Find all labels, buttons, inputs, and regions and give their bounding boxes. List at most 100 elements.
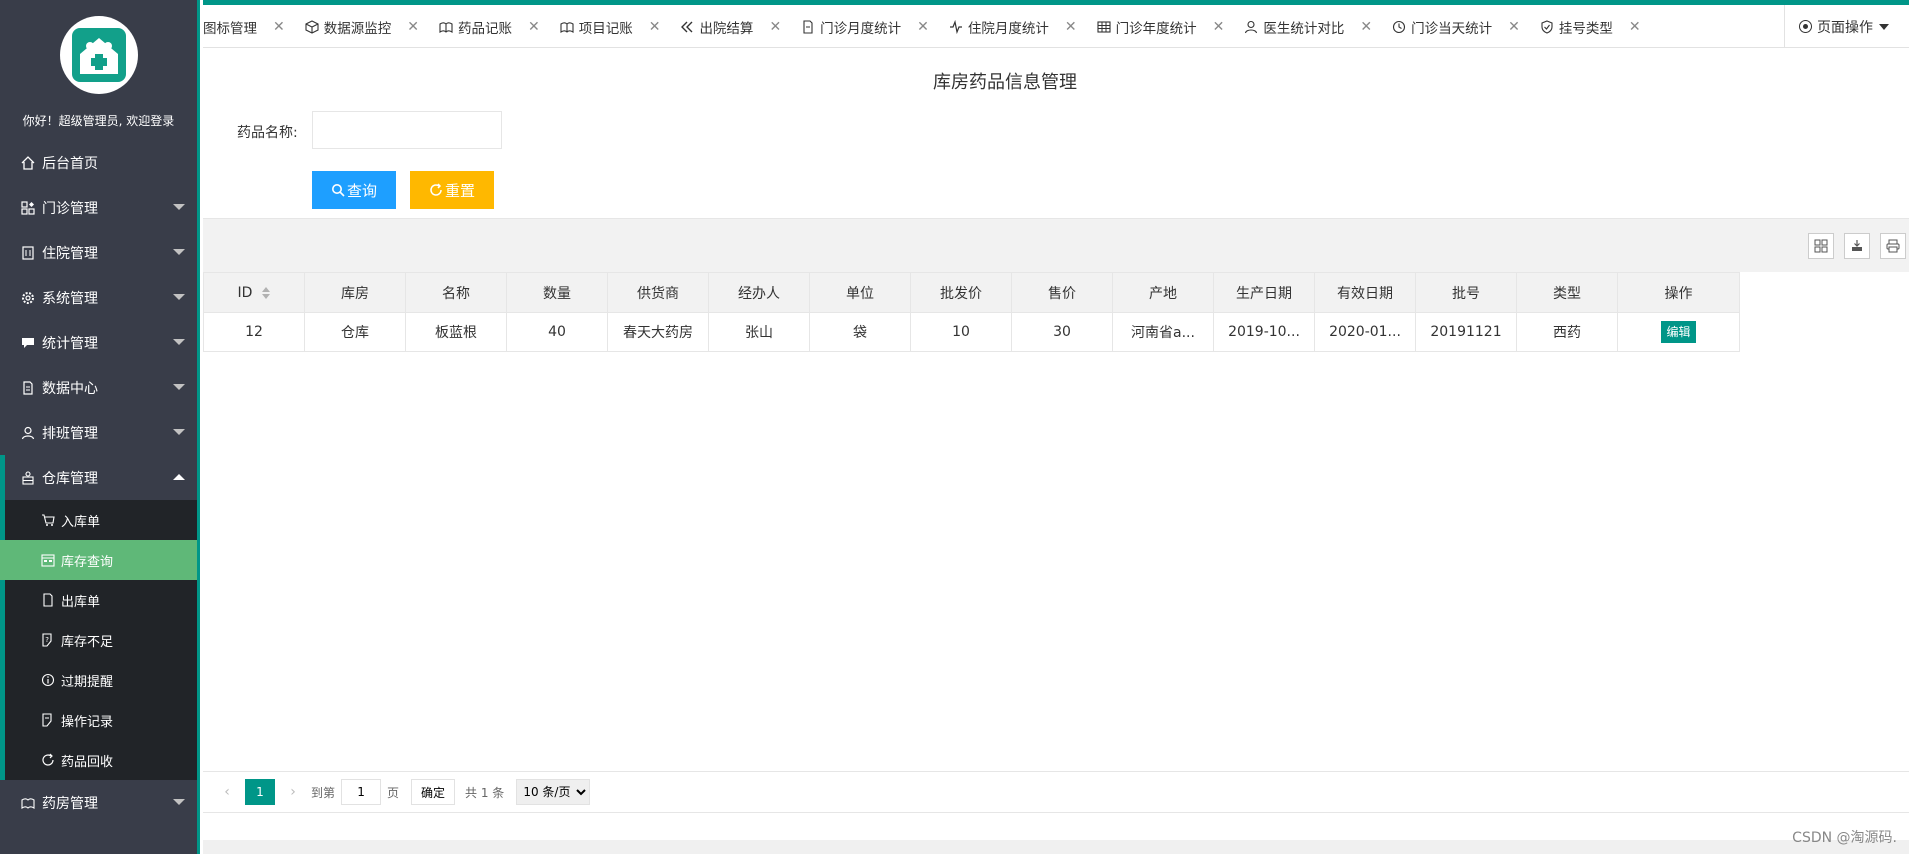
query-button[interactable]: 查询 — [312, 171, 396, 209]
nav-inpatient[interactable]: 住院管理 — [0, 230, 197, 275]
close-icon[interactable]: ✕ — [1213, 19, 1225, 35]
reset-button[interactable]: 重置 — [410, 171, 494, 209]
sidebar: 你好！超级管理员, 欢迎登录 后台首页 门诊管理 住院管理 系统管理 统计管理 — [0, 0, 200, 854]
close-icon[interactable]: ✕ — [407, 19, 419, 35]
sub-item-expiry[interactable]: 过期提醒 — [5, 660, 197, 700]
sub-item-label: 库存查询 — [61, 554, 114, 570]
column-header: 名称 — [405, 272, 507, 313]
sub-item-label: 药品回收 — [61, 754, 114, 770]
close-icon[interactable]: ✕ — [528, 19, 540, 35]
tab-icon-management[interactable]: 图标管理 ✕ — [203, 5, 295, 47]
column-header: 类型 — [1516, 272, 1618, 313]
close-icon[interactable]: ✕ — [273, 19, 285, 35]
cell-quantity: 40 — [506, 312, 608, 352]
tab-discharge-settlement[interactable]: 出院结算 ✕ — [670, 5, 791, 47]
chevron-down-icon — [173, 294, 185, 300]
export-button[interactable] — [1844, 233, 1870, 259]
nav-warehouse[interactable]: 仓库管理 — [0, 455, 197, 500]
goto-confirm-button[interactable]: 确定 — [411, 779, 456, 805]
watermark: CSDN @淘源码. — [1792, 830, 1897, 846]
column-header-id[interactable]: ID — [203, 272, 305, 313]
page-size-select[interactable]: 10 条/页 — [516, 779, 591, 805]
nav-label: 后台首页 — [42, 155, 98, 172]
nav-data-center[interactable]: 数据中心 — [0, 365, 197, 410]
cell-name: 板蓝根 — [405, 312, 507, 352]
cube-icon — [305, 19, 319, 34]
sub-item-operation-log[interactable]: 操作记录 — [5, 700, 197, 740]
tab-doctor-compare[interactable]: 医生统计对比 ✕ — [1234, 5, 1382, 47]
columns-filter-button[interactable] — [1808, 233, 1834, 259]
tab-label: 数据源监控 — [323, 20, 392, 37]
page-operations-dropdown[interactable]: 页面操作 — [1784, 5, 1909, 47]
tab-item-billing[interactable]: 项目记账 ✕ — [550, 5, 671, 47]
radio-dot-icon — [1799, 20, 1812, 33]
tab-datasource-monitor[interactable]: 数据源监控 ✕ — [295, 5, 429, 47]
next-page-icon[interactable]: › — [281, 784, 305, 800]
logo-area — [0, 0, 197, 110]
warehouse-submenu: 入库单 库存查询 出库单 ? 库存不足 过期提醒 操作记录 药品回收 — [0, 500, 197, 780]
nav-schedule[interactable]: 排班管理 — [0, 410, 197, 455]
current-page-button[interactable]: 1 — [245, 779, 275, 805]
print-icon — [1886, 239, 1900, 253]
close-icon[interactable]: ✕ — [1629, 19, 1641, 35]
tab-outpatient-daily[interactable]: 门诊当天统计 ✕ — [1382, 5, 1530, 47]
query-button-label: 查询 — [346, 181, 377, 200]
close-icon[interactable]: ✕ — [649, 19, 661, 35]
close-icon[interactable]: ✕ — [1360, 19, 1372, 35]
column-header: 产地 — [1112, 272, 1214, 313]
horizontal-scrollbar[interactable] — [203, 840, 1909, 854]
column-header: 批发价 — [910, 272, 1012, 313]
tab-label: 医生统计对比 — [1263, 20, 1345, 37]
close-icon[interactable]: ✕ — [769, 19, 781, 35]
table-icon — [1097, 20, 1111, 34]
cart-icon — [40, 513, 55, 528]
sort-icon[interactable] — [262, 286, 271, 299]
print-button[interactable] — [1880, 233, 1906, 259]
gear-icon — [20, 290, 36, 306]
tab-label: 门诊当天统计 — [1411, 20, 1493, 37]
hospital-logo — [59, 16, 138, 94]
goto-label: 到第 — [311, 785, 336, 800]
sub-item-stock-query[interactable]: 库存查询 — [0, 540, 197, 580]
stock-table: ID 库房 名称 数量 供货商 经办人 单位 批发价 售价 产地 生产日期 有效… — [203, 272, 1740, 352]
nav-home[interactable]: 后台首页 — [0, 140, 197, 185]
nav-label: 排班管理 — [42, 425, 98, 442]
edit-button[interactable]: 编辑 — [1661, 321, 1696, 343]
drug-name-input[interactable] — [312, 111, 502, 149]
tab-label: 挂号类型 — [1558, 20, 1613, 37]
welcome-text: 你好！超级管理员, 欢迎登录 — [22, 114, 175, 128]
double-left-icon — [680, 20, 694, 34]
export-icon — [1852, 240, 1862, 251]
tab-label: 门诊月度统计 — [820, 20, 902, 37]
column-header: 数量 — [506, 272, 608, 313]
calendar-icon — [40, 553, 55, 568]
goto-page-input[interactable] — [341, 779, 382, 805]
tab-outpatient-yearly[interactable]: 门诊年度统计 ✕ — [1087, 5, 1235, 47]
tab-inpatient-monthly[interactable]: 住院月度统计 ✕ — [939, 5, 1087, 47]
nav-statistics[interactable]: 统计管理 — [0, 320, 197, 365]
building-icon — [20, 245, 36, 261]
cell-actions: 编辑 — [1617, 312, 1740, 352]
nav-label: 住院管理 — [42, 245, 98, 262]
nav-outpatient[interactable]: 门诊管理 — [0, 185, 197, 230]
nav-system[interactable]: 系统管理 — [0, 275, 197, 320]
tab-registration-type[interactable]: 挂号类型 ✕ — [1530, 5, 1651, 47]
close-icon[interactable]: ✕ — [917, 19, 929, 35]
reset-button-label: 重置 — [444, 181, 475, 200]
close-icon[interactable]: ✕ — [1065, 19, 1077, 35]
tab-label: 门诊年度统计 — [1115, 20, 1197, 37]
column-header: 经办人 — [708, 272, 810, 313]
prev-page-icon[interactable]: ‹ — [215, 784, 239, 800]
sub-item-stock-out[interactable]: 出库单 — [5, 580, 197, 620]
close-icon[interactable]: ✕ — [1508, 19, 1520, 35]
search-icon — [331, 183, 345, 197]
chevron-down-icon — [173, 429, 185, 435]
sub-item-low-stock[interactable]: ? 库存不足 — [5, 620, 197, 660]
sub-item-drug-recall[interactable]: 药品回收 — [5, 740, 197, 780]
tab-outpatient-monthly[interactable]: 门诊月度统计 ✕ — [791, 5, 939, 47]
chevron-down-icon — [173, 339, 185, 345]
nav-pharmacy[interactable]: 药房管理 — [0, 780, 197, 825]
tab-drug-billing[interactable]: 药品记账 ✕ — [429, 5, 550, 47]
column-header: 售价 — [1011, 272, 1113, 313]
sub-item-stock-in[interactable]: 入库单 — [5, 500, 197, 540]
